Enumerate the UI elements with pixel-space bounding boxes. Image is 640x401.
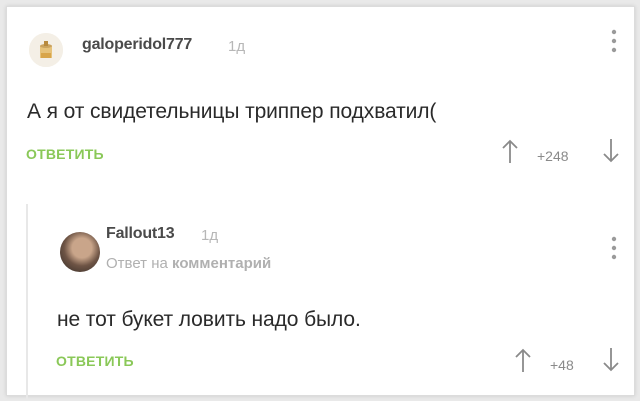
avatar[interactable] (60, 232, 100, 272)
reply-text: не тот букет ловить надо было. (57, 308, 361, 331)
reply-username[interactable]: Fallout13 (106, 225, 175, 243)
arrow-down-icon[interactable] (600, 347, 622, 373)
reply-to-prefix: Ответ на (106, 255, 168, 272)
rating-value: +248 (537, 148, 569, 164)
reply-to-label: Ответ на комментарий (106, 255, 271, 272)
arrow-up-icon[interactable] (499, 138, 521, 164)
reply-button[interactable]: ОТВЕТИТЬ (26, 146, 104, 162)
reply-time: 1д (201, 227, 219, 244)
rating-value: +48 (550, 357, 574, 373)
reply-button[interactable]: ОТВЕТИТЬ (56, 353, 134, 369)
arrow-down-icon[interactable] (600, 138, 622, 164)
arrow-up-icon[interactable] (512, 347, 534, 373)
comment-time: 1д (228, 38, 246, 55)
menu-dots-icon[interactable] (611, 29, 617, 55)
menu-dots-icon[interactable] (611, 236, 617, 262)
thread-line (26, 204, 28, 399)
avatar[interactable] (29, 33, 63, 67)
comment-username[interactable]: galoperidol777 (82, 36, 192, 54)
comment-text: А я от свидетельницы триппер подхватил( (27, 100, 437, 123)
comment-card: galoperidol777 1д А я от свидетельницы т… (6, 6, 635, 399)
reply-to-link[interactable]: комментарий (172, 255, 271, 272)
